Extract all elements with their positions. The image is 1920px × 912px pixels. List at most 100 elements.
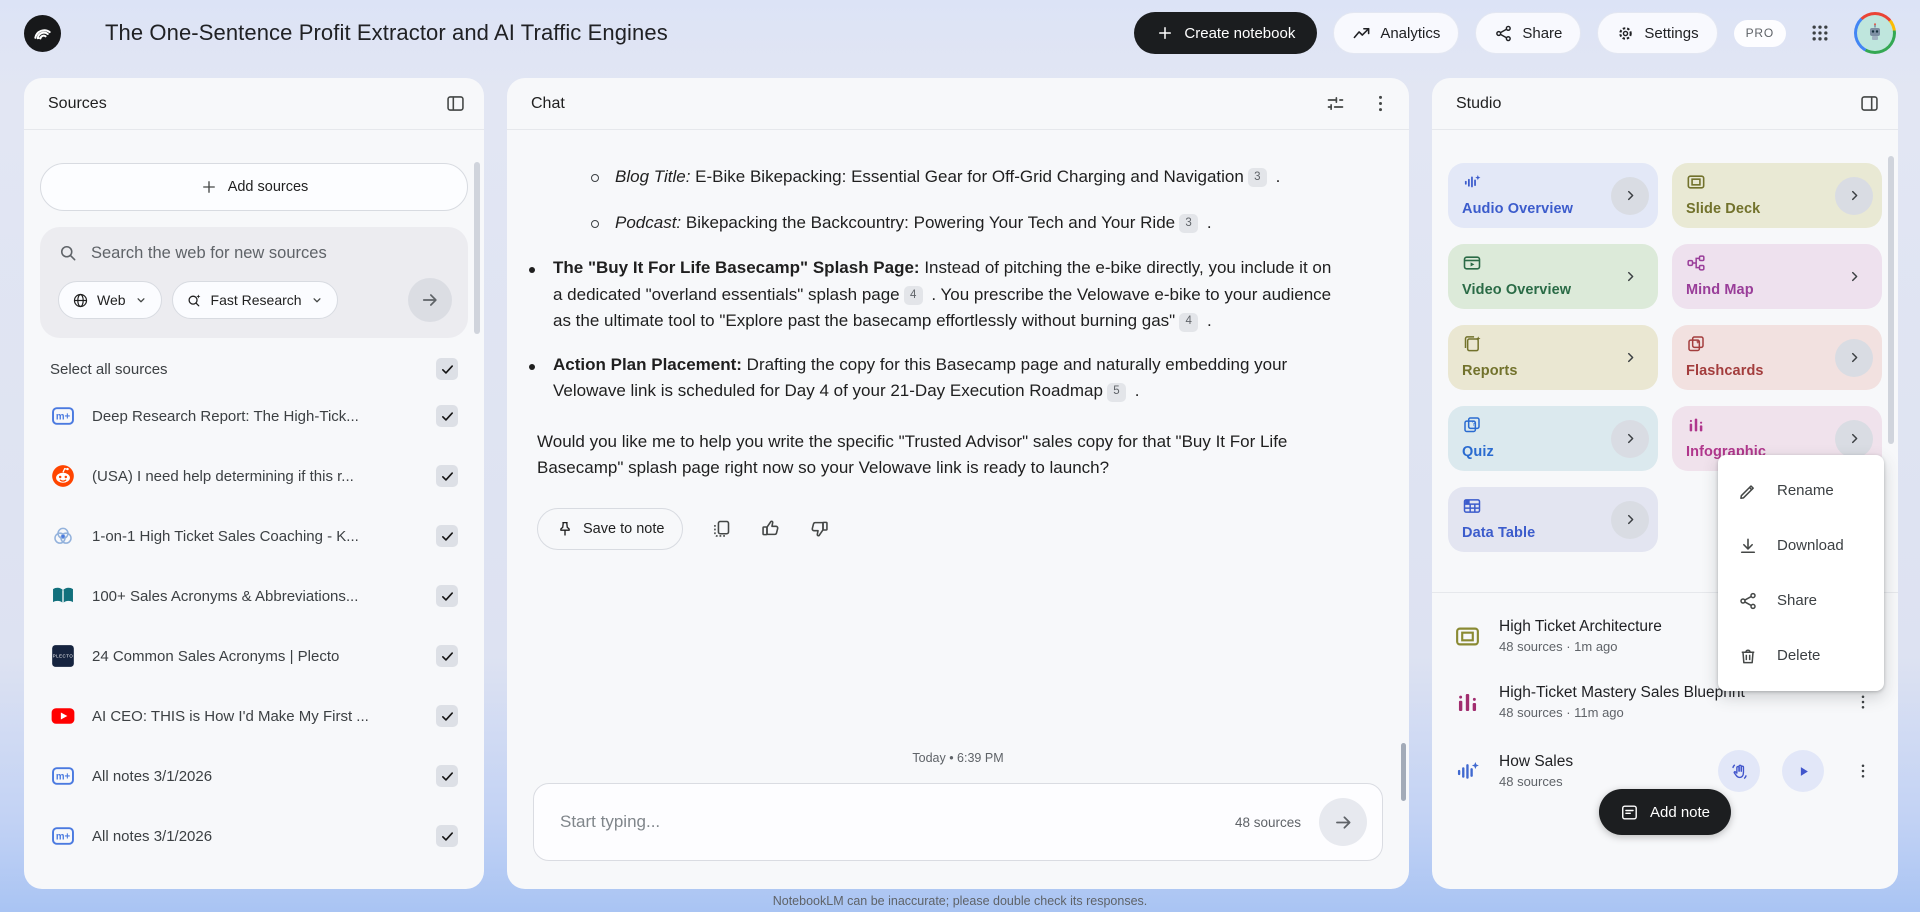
collapse-panel-icon[interactable] <box>1859 93 1880 114</box>
studio-tile-flashcards[interactable]: Flashcards <box>1672 325 1882 390</box>
chat-text: E-Bike Bikepacking: Essential Gear for O… <box>690 167 1243 186</box>
citation-chip[interactable]: 4 <box>904 286 923 305</box>
studio-item-title: High Ticket Architecture <box>1499 618 1662 636</box>
source-checkbox[interactable] <box>436 705 458 727</box>
context-menu-item-delete[interactable]: Delete <box>1718 628 1884 683</box>
source-checkbox[interactable] <box>436 765 458 787</box>
source-row[interactable]: (USA) I need help determining if this r.… <box>40 446 468 506</box>
source-checkbox[interactable] <box>436 585 458 607</box>
play-button[interactable] <box>1782 750 1824 792</box>
chat-paragraph: Would you like me to help you write the … <box>537 429 1297 482</box>
account-avatar[interactable] <box>1854 12 1896 54</box>
thumbs-down-icon[interactable] <box>809 518 830 539</box>
book-icon <box>50 583 76 609</box>
chat-text: . <box>1202 311 1211 330</box>
studio-tile-slide-deck[interactable]: Slide Deck <box>1672 163 1882 228</box>
select-all-checkbox[interactable] <box>436 358 458 380</box>
studio-scrollbar[interactable] <box>1888 156 1894 444</box>
sources-scrollbar[interactable] <box>474 162 480 334</box>
web-search-card: Web Fast Research <box>40 227 468 338</box>
source-row[interactable]: 1-on-1 High Ticket Sales Coaching - K... <box>40 506 468 566</box>
citation-chip[interactable]: 3 <box>1179 214 1198 233</box>
plus-icon <box>1156 24 1174 42</box>
chat-more-icon[interactable] <box>1370 93 1391 114</box>
studio-tile-video-overview[interactable]: Video Overview <box>1448 244 1658 309</box>
chat-text: Podcast: <box>615 213 681 232</box>
chat-text: Action Plan Placement: <box>553 355 742 374</box>
chat-message-area: Blog Title: E-Bike Bikepacking: Essentia… <box>507 130 1409 550</box>
web-filter-dropdown[interactable]: Web <box>58 281 162 319</box>
source-checkbox[interactable] <box>436 825 458 847</box>
studio-panel-title: Studio <box>1456 95 1501 113</box>
chevron-right-icon[interactable] <box>1611 258 1649 296</box>
context-menu-item-download[interactable]: Download <box>1718 518 1884 573</box>
citation-chip[interactable]: 3 <box>1248 168 1267 187</box>
interactive-mode-button[interactable] <box>1718 750 1760 792</box>
studio-tile-quiz[interactable]: ?Quiz <box>1448 406 1658 471</box>
studio-panel: Studio Audio OverviewSlide DeckVideo Ove… <box>1432 78 1898 889</box>
context-menu-label: Share <box>1777 592 1817 609</box>
chat-panel: Chat Blog Title: E-Bike Bikepacking: Ess… <box>507 78 1409 889</box>
note-icon: m+ <box>50 763 76 789</box>
context-menu-label: Download <box>1777 537 1844 554</box>
studio-tile-mind-map[interactable]: Mind Map <box>1672 244 1882 309</box>
source-row[interactable]: m+All notes 3/1/2026 <box>40 806 468 866</box>
studio-tile-data-table[interactable]: Data Table <box>1448 487 1658 552</box>
chevron-right-icon[interactable] <box>1611 501 1649 539</box>
chat-bullet: The "Buy It For Life Basecamp" Splash Pa… <box>553 255 1345 335</box>
chevron-right-icon[interactable] <box>1611 177 1649 215</box>
source-row[interactable]: m+Deep Research Report: The High-Tick... <box>40 386 468 446</box>
chevron-right-icon[interactable] <box>1835 339 1873 377</box>
submit-search-button[interactable] <box>408 278 452 322</box>
share-icon <box>1738 591 1758 611</box>
disclaimer-text: NotebookLM can be inaccurate; please dou… <box>0 894 1920 908</box>
bullet-marker <box>529 267 535 273</box>
context-menu-item-share[interactable]: Share <box>1718 573 1884 628</box>
source-row[interactable]: AI CEO: THIS is How I'd Make My First ..… <box>40 686 468 746</box>
source-title: (USA) I need help determining if this r.… <box>92 468 420 485</box>
svg-text:m+: m+ <box>56 411 71 422</box>
send-button[interactable] <box>1319 798 1367 846</box>
chat-input[interactable] <box>560 812 1235 832</box>
studio-tile-audio-overview[interactable]: Audio Overview <box>1448 163 1658 228</box>
add-note-button[interactable]: Add note <box>1599 789 1731 835</box>
thumbs-up-icon[interactable] <box>760 518 781 539</box>
source-row[interactable]: 100+ Sales Acronyms & Abbreviations... <box>40 566 468 626</box>
studio-item-meta: 48 sources <box>1499 774 1573 789</box>
chat-text: Would you like me to help you write the … <box>537 432 1287 478</box>
chevron-right-icon[interactable] <box>1835 420 1873 458</box>
chat-text: . <box>1271 167 1280 186</box>
add-sources-button[interactable]: Add sources <box>40 163 468 211</box>
source-title: AI CEO: THIS is How I'd Make My First ..… <box>92 708 420 725</box>
studio-tile-reports[interactable]: Reports <box>1448 325 1658 390</box>
source-checkbox[interactable] <box>436 525 458 547</box>
studio-item-meta: 48 sources · 11m ago <box>1499 705 1745 720</box>
citation-chip[interactable]: 5 <box>1107 383 1126 402</box>
settings-button[interactable]: Settings <box>1597 12 1717 54</box>
chevron-right-icon[interactable] <box>1611 420 1649 458</box>
source-row[interactable]: m+All notes 3/1/2026 <box>40 746 468 806</box>
chat-scrollbar[interactable] <box>1401 743 1406 801</box>
source-checkbox[interactable] <box>436 405 458 427</box>
google-apps-icon[interactable] <box>1802 15 1838 51</box>
analytics-button[interactable]: Analytics <box>1333 12 1459 54</box>
web-search-input[interactable] <box>91 244 452 263</box>
notebooklm-logo[interactable] <box>24 15 61 52</box>
chat-settings-icon[interactable] <box>1325 93 1346 114</box>
share-button[interactable]: Share <box>1475 12 1581 54</box>
chevron-right-icon[interactable] <box>1835 177 1873 215</box>
source-checkbox[interactable] <box>436 465 458 487</box>
item-more-icon[interactable] <box>1850 754 1876 788</box>
chevron-right-icon[interactable] <box>1835 258 1873 296</box>
chevron-right-icon[interactable] <box>1611 339 1649 377</box>
source-row[interactable]: PLECTO24 Common Sales Acronyms | Plecto <box>40 626 468 686</box>
create-notebook-button[interactable]: Create notebook <box>1134 12 1317 54</box>
citation-chip[interactable]: 4 <box>1179 313 1198 332</box>
save-to-note-button[interactable]: Save to note <box>537 508 683 550</box>
context-menu-item-rename[interactable]: Rename <box>1718 463 1884 518</box>
source-checkbox[interactable] <box>436 645 458 667</box>
research-mode-dropdown[interactable]: Fast Research <box>172 281 338 319</box>
copy-icon[interactable] <box>711 518 732 539</box>
collapse-panel-icon[interactable] <box>445 93 466 114</box>
notebook-title[interactable]: The One-Sentence Profit Extractor and AI… <box>105 20 668 46</box>
